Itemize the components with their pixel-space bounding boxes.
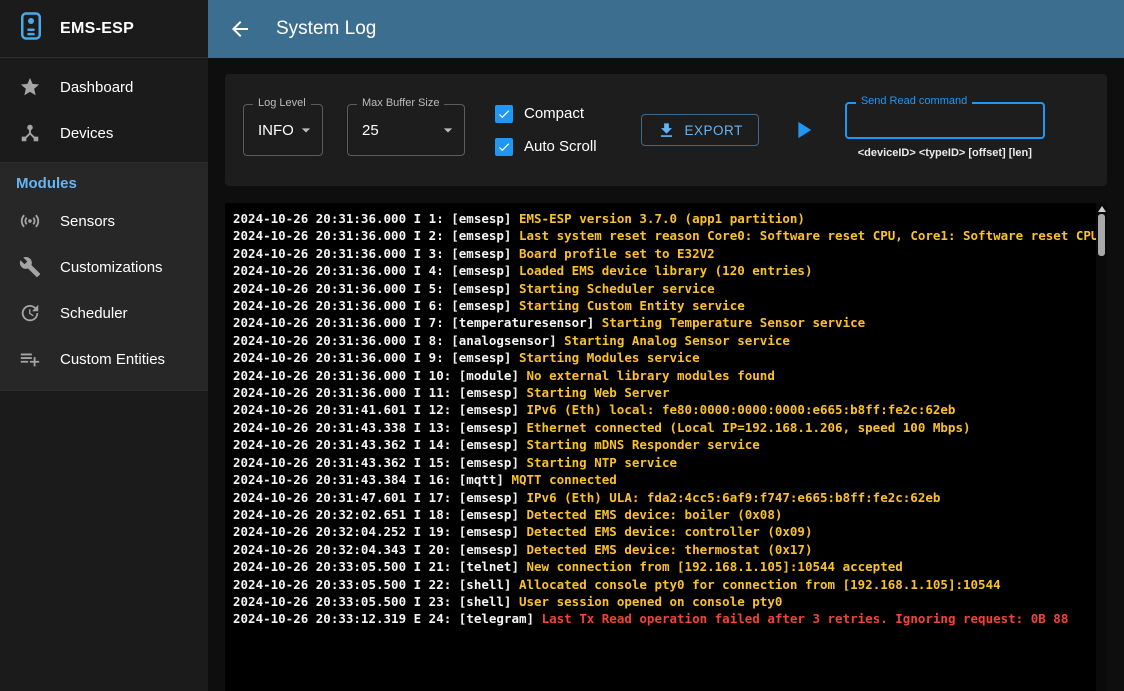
log-line: 2024-10-26 20:31:36.000 I 7: [temperatur… [233, 314, 1097, 331]
log-output: 2024-10-26 20:31:36.000 I 1: [emsesp] EM… [225, 203, 1107, 691]
log-line: 2024-10-26 20:32:04.252 I 19: [emsesp] D… [233, 523, 1097, 540]
sidebar-item-custom-entities[interactable]: Custom Entities [0, 336, 208, 382]
appbar: System Log [208, 0, 1124, 58]
main-area: System Log Log Level INFO Max Buffer Siz… [208, 0, 1124, 691]
page-title: System Log [276, 18, 376, 40]
sidebar-item-label: Customizations [60, 259, 163, 276]
export-label: EXPORT [685, 123, 743, 138]
clock-update-icon [18, 301, 42, 325]
log-line: 2024-10-26 20:31:43.362 I 14: [emsesp] S… [233, 436, 1097, 453]
log-line: 2024-10-26 20:33:05.500 I 22: [shell] Al… [233, 576, 1097, 593]
log-line: 2024-10-26 20:31:43.362 I 15: [emsesp] S… [233, 454, 1097, 471]
play-icon [789, 116, 817, 144]
log-line: 2024-10-26 20:31:43.338 I 13: [emsesp] E… [233, 419, 1097, 436]
chevron-down-icon [296, 120, 316, 140]
max-buffer-label: Max Buffer Size [357, 97, 444, 109]
arrow-left-icon [228, 17, 252, 41]
send-read-field-group: Send Read command <deviceID> <typeID> [o… [845, 102, 1045, 159]
sidebar-nav: Dashboard Devices [0, 58, 208, 163]
scroll-up-arrow[interactable] [1098, 206, 1106, 212]
sensors-icon [18, 209, 42, 233]
star-icon [18, 75, 42, 99]
app-logo-icon [16, 11, 46, 46]
sidebar-item-label: Custom Entities [60, 351, 165, 368]
sidebar-item-dashboard[interactable]: Dashboard [0, 64, 208, 110]
modules-header: Modules [0, 163, 208, 198]
export-button[interactable]: EXPORT [641, 114, 759, 146]
log-line: 2024-10-26 20:31:41.601 I 12: [emsesp] I… [233, 401, 1097, 418]
sidebar-item-sensors[interactable]: Sensors [0, 198, 208, 244]
compact-label: Compact [524, 105, 584, 122]
scrollbar-thumb[interactable] [1098, 214, 1105, 256]
device-hub-icon [18, 121, 42, 145]
send-read-field[interactable]: Send Read command [845, 102, 1045, 139]
log-panel: 2024-10-26 20:31:36.000 I 1: [emsesp] EM… [225, 203, 1107, 691]
log-level-label: Log Level [253, 97, 311, 109]
check-icon [497, 139, 511, 155]
sidebar-item-label: Scheduler [60, 305, 128, 322]
sidebar: EMS-ESP Dashboard Devices Modules [0, 0, 208, 691]
log-line: 2024-10-26 20:33:05.500 I 21: [telnet] N… [233, 558, 1097, 575]
log-line: 2024-10-26 20:31:43.384 I 16: [mqtt] MQT… [233, 471, 1097, 488]
check-icon [497, 106, 511, 122]
log-level-select[interactable]: Log Level INFO [243, 104, 323, 156]
playlist-add-icon [18, 347, 42, 371]
sidebar-filler [0, 391, 208, 691]
log-line: 2024-10-26 20:31:36.000 I 3: [emsesp] Bo… [233, 245, 1097, 262]
send-command-button[interactable] [787, 114, 819, 146]
scrollbar[interactable] [1096, 203, 1107, 691]
app-root: EMS-ESP Dashboard Devices Modules [0, 0, 1124, 691]
app-logo-row: EMS-ESP [0, 0, 208, 58]
sidebar-item-label: Sensors [60, 213, 115, 230]
log-line: 2024-10-26 20:31:36.000 I 10: [module] N… [233, 367, 1097, 384]
max-buffer-select[interactable]: Max Buffer Size 25 [347, 104, 465, 156]
log-line: 2024-10-26 20:31:36.000 I 11: [emsesp] S… [233, 384, 1097, 401]
compact-checkbox-row[interactable]: Compact [495, 105, 597, 123]
send-read-label: Send Read command [856, 95, 972, 107]
log-line: 2024-10-26 20:32:04.343 I 20: [emsesp] D… [233, 541, 1097, 558]
sidebar-item-customizations[interactable]: Customizations [0, 244, 208, 290]
content: Log Level INFO Max Buffer Size 25 [208, 58, 1124, 691]
log-line: 2024-10-26 20:33:12.319 E 24: [telegram]… [233, 610, 1097, 627]
log-line: 2024-10-26 20:33:05.500 I 23: [shell] Us… [233, 593, 1097, 610]
autoscroll-checkbox-row[interactable]: Auto Scroll [495, 138, 597, 156]
sidebar-item-label: Dashboard [60, 79, 133, 96]
log-line: 2024-10-26 20:31:36.000 I 8: [analogsens… [233, 332, 1097, 349]
modules-section: Modules Sensors Customizations Scheduler [0, 163, 208, 391]
log-level-value: INFO [258, 122, 294, 139]
app-title: EMS-ESP [60, 20, 134, 38]
wrench-icon [18, 255, 42, 279]
checkbox-group: Compact Auto Scroll [495, 105, 597, 156]
compact-checkbox[interactable] [495, 105, 513, 123]
sidebar-item-label: Devices [60, 125, 113, 142]
autoscroll-label: Auto Scroll [524, 138, 597, 155]
sidebar-item-devices[interactable]: Devices [0, 110, 208, 156]
log-line: 2024-10-26 20:31:36.000 I 5: [emsesp] St… [233, 280, 1097, 297]
log-line: 2024-10-26 20:31:47.601 I 17: [emsesp] I… [233, 489, 1097, 506]
sidebar-item-scheduler[interactable]: Scheduler [0, 290, 208, 336]
log-controls-card: Log Level INFO Max Buffer Size 25 [225, 74, 1107, 186]
max-buffer-value: 25 [362, 122, 379, 139]
log-line: 2024-10-26 20:31:36.000 I 6: [emsesp] St… [233, 297, 1097, 314]
back-button[interactable] [226, 15, 254, 43]
chevron-down-icon [438, 120, 458, 140]
download-icon [657, 121, 676, 140]
autoscroll-checkbox[interactable] [495, 138, 513, 156]
log-line: 2024-10-26 20:31:36.000 I 9: [emsesp] St… [233, 349, 1097, 366]
send-read-input[interactable] [847, 104, 1043, 137]
log-line: 2024-10-26 20:32:02.651 I 18: [emsesp] D… [233, 506, 1097, 523]
log-line: 2024-10-26 20:31:36.000 I 4: [emsesp] Lo… [233, 262, 1097, 279]
log-line: 2024-10-26 20:31:36.000 I 2: [emsesp] La… [233, 227, 1097, 244]
log-line: 2024-10-26 20:31:36.000 I 1: [emsesp] EM… [233, 210, 1097, 227]
command-hint: <deviceID> <typeID> [offset] [len] [858, 147, 1032, 159]
